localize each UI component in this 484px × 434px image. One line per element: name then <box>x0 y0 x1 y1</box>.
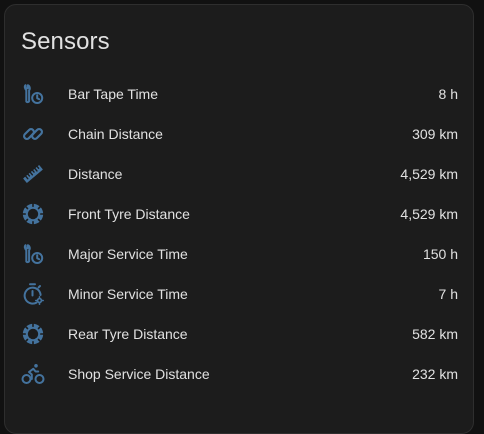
tire-icon <box>21 202 45 226</box>
wrench-clock-icon <box>21 242 45 266</box>
sensor-value: 150 h <box>422 246 458 262</box>
sensor-label: Chain Distance <box>68 126 163 142</box>
sensor-row-major-service-time[interactable]: Major Service Time 150 h <box>5 234 473 274</box>
sensor-label: Distance <box>68 166 123 182</box>
sensor-row-chain-distance[interactable]: Chain Distance 309 km <box>5 114 473 154</box>
sensor-row-distance[interactable]: Distance 4,529 km <box>5 154 473 194</box>
sensor-value: 7 h <box>438 286 458 302</box>
sensor-value: 582 km <box>412 326 458 342</box>
sensor-value: 232 km <box>412 366 458 382</box>
timer-cog-icon <box>21 282 45 306</box>
bike-icon <box>21 362 45 386</box>
sensor-label: Front Tyre Distance <box>68 206 190 222</box>
wrench-clock-icon <box>21 82 45 106</box>
sensor-label: Major Service Time <box>68 246 188 262</box>
sensor-row-shop-service-distance[interactable]: Shop Service Distance 232 km <box>5 354 473 394</box>
sensor-value: 8 h <box>438 86 458 102</box>
sensors-card: Sensors Bar Tape Time 8 h Chain Distance <box>4 4 474 434</box>
sensor-label: Rear Tyre Distance <box>68 326 188 342</box>
link-icon <box>21 122 45 146</box>
card-title: Sensors <box>21 28 110 55</box>
sensor-value: 4,529 km <box>400 206 458 222</box>
sensor-label: Minor Service Time <box>68 286 188 302</box>
sensor-row-rear-tyre-distance[interactable]: Rear Tyre Distance 582 km <box>5 314 473 354</box>
sensor-list: Bar Tape Time 8 h Chain Distance 309 km <box>5 74 473 394</box>
ruler-icon <box>21 162 45 186</box>
sensor-value: 4,529 km <box>400 166 458 182</box>
sensor-value: 309 km <box>412 126 458 142</box>
sensor-label: Shop Service Distance <box>68 366 210 382</box>
sensor-label: Bar Tape Time <box>68 86 159 102</box>
sensor-row-bar-tape-time[interactable]: Bar Tape Time 8 h <box>5 74 473 114</box>
sensor-row-minor-service-time[interactable]: Minor Service Time 7 h <box>5 274 473 314</box>
tire-icon <box>21 322 45 346</box>
sensor-row-front-tyre-distance[interactable]: Front Tyre Distance 4,529 km <box>5 194 473 234</box>
